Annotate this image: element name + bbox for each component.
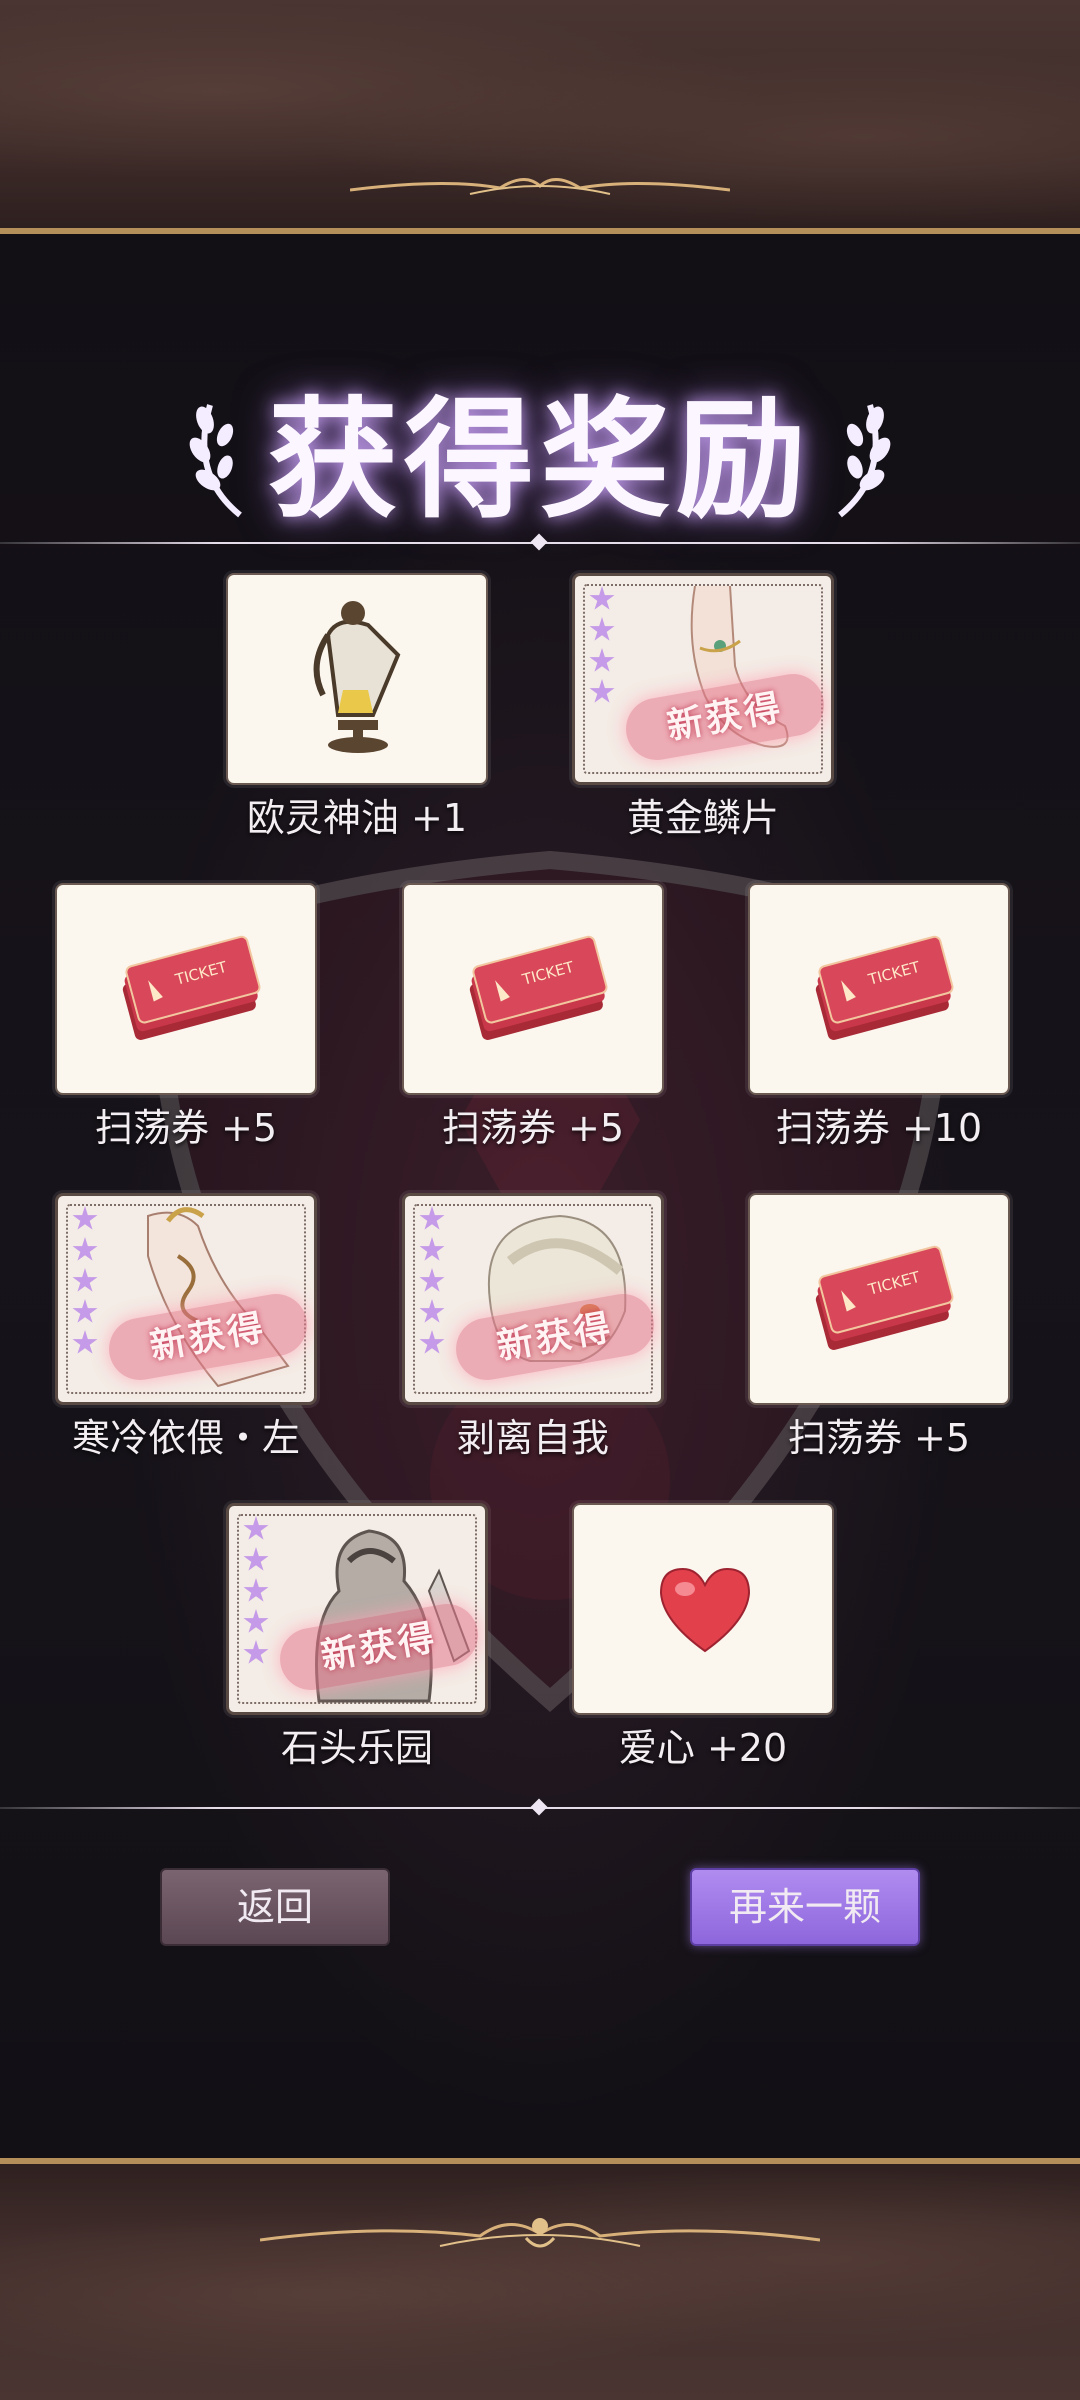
star-icon [243,1609,269,1633]
star-icon [419,1237,445,1261]
ticket-icon: TICKET [122,935,261,1040]
top-ornament-icon [350,178,730,195]
top-ornate-bar [0,0,1080,234]
reward-label: 扫荡券 +5 [94,1106,278,1150]
reward-item-ticket[interactable]: TICKET 扫荡券 +10 [748,883,1010,1159]
star-icon [243,1640,269,1664]
bottom-ornate-bar [0,2158,1080,2400]
star-icon [589,617,615,641]
rarity-stars [72,1206,98,1361]
reward-card: TICKET [402,883,664,1095]
ticket-icon: TICKET [815,1245,954,1350]
reward-label: 扫荡券 +5 [441,1106,625,1150]
star-icon [243,1547,269,1571]
star-icon [419,1299,445,1323]
reward-card: 新获得 [402,1193,664,1405]
star-icon [72,1330,98,1354]
star-icon [72,1206,98,1230]
reward-card: TICKET [748,883,1010,1095]
right-laurel-icon [838,404,891,518]
reward-label: 扫荡券 +5 [787,1416,971,1460]
reward-card: TICKET [55,883,317,1095]
ticket-icon: TICKET [469,935,608,1040]
reward-card [572,1503,834,1715]
star-icon [243,1578,269,1602]
reward-item-stone-paradise[interactable]: 新获得 石头乐园 [226,1503,488,1779]
star-icon [243,1516,269,1540]
bottom-divider [0,1798,1080,1816]
reward-item-cold-embrace[interactable]: 新获得 寒冷依偎・左 [55,1193,317,1469]
star-icon [419,1268,445,1292]
reward-label: 扫荡券 +10 [775,1106,983,1150]
rarity-stars [419,1206,445,1361]
reward-card: 新获得 [572,573,834,785]
reward-item-ticket[interactable]: TICKET 扫荡券 +5 [55,883,317,1159]
bottom-ornament-icon [260,2218,820,2248]
reward-card: 新获得 [226,1503,488,1715]
reward-label: 黄金鳞片 [626,796,779,840]
reward-card: TICKET [748,1193,1010,1405]
back-button[interactable]: 返回 [160,1868,390,1946]
reward-label: 石头乐园 [280,1726,433,1770]
reward-card: 新获得 [55,1193,317,1405]
top-divider [0,533,1080,551]
reward-item-peel-self[interactable]: 新获得 剥离自我 [402,1193,664,1469]
star-icon [72,1299,98,1323]
reward-item-oil[interactable]: 欧灵神油 +1 [226,573,488,849]
reward-item-heart[interactable]: 爱心 +20 [572,1503,834,1779]
draw-again-button[interactable]: 再来一颗 [690,1868,920,1946]
star-icon [419,1330,445,1354]
star-icon [419,1206,445,1230]
heart-icon [659,1567,751,1653]
reward-label: 寒冷依偎・左 [71,1416,300,1460]
reward-title-area: 获得奖励 [0,385,1080,535]
reward-label: 欧灵神油 +1 [246,796,468,840]
reward-item-ticket[interactable]: TICKET 扫荡券 +5 [748,1193,1010,1469]
reward-item-ticket[interactable]: TICKET 扫荡券 +5 [402,883,664,1159]
rarity-stars [243,1516,269,1671]
rarity-stars [589,586,615,710]
ticket-icon: TICKET [815,935,954,1040]
page-title: 获得奖励 [267,383,812,536]
reward-label: 剥离自我 [456,1416,609,1460]
oil-lamp-icon [313,601,401,753]
star-icon [72,1237,98,1261]
star-icon [589,648,615,672]
reward-label: 爱心 +20 [618,1726,788,1770]
star-icon [589,679,615,703]
reward-item-golden-scale[interactable]: 新获得 黄金鳞片 [572,573,834,849]
reward-card [226,573,488,785]
star-icon [589,586,615,610]
star-icon [72,1268,98,1292]
